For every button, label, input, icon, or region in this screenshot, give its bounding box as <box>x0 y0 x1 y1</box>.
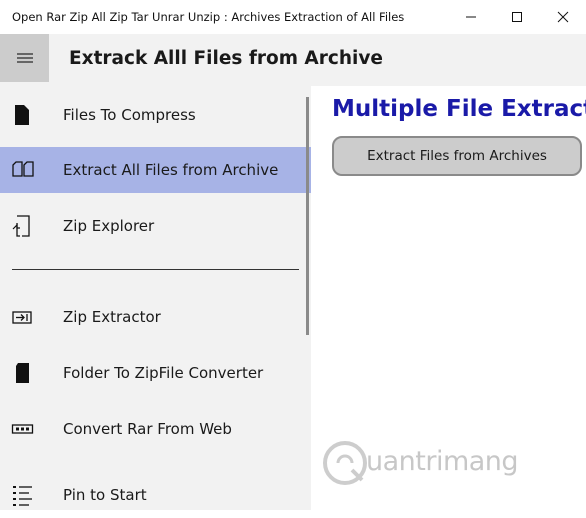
sidebar-item-convert-rar-from-web[interactable]: Convert Rar From Web <box>0 406 311 452</box>
watermark-text: uantrimang <box>366 446 519 477</box>
sidebar-item-label: Pin to Start <box>63 486 147 504</box>
extract-arrow-icon <box>12 311 32 324</box>
sidebar-item-label: Extract All Files from Archive <box>63 161 279 179</box>
hamburger-menu-button[interactable] <box>0 34 49 82</box>
window-title: Open Rar Zip All Zip Tar Unrar Unzip : A… <box>12 10 405 24</box>
sidebar-item-folder-to-zipfile[interactable]: Folder To ZipFile Converter <box>0 350 311 396</box>
close-button[interactable] <box>540 0 586 34</box>
sidebar-item-label: Zip Explorer <box>63 217 155 235</box>
sidebar-divider <box>12 269 299 270</box>
maximize-button[interactable] <box>494 0 540 34</box>
sidebar-item-zip-extractor[interactable]: Zip Extractor <box>0 294 311 340</box>
sidebar-item-extract-all-files[interactable]: Extract All Files from Archive <box>0 147 311 193</box>
file-icon <box>15 105 29 125</box>
sidebar-item-zip-explorer[interactable]: Zip Explorer <box>0 203 311 249</box>
sidebar-item-pin-to-start[interactable]: Pin to Start <box>0 472 311 518</box>
app-header: Extrack Alll Files from Archive <box>0 34 586 86</box>
sd-card-icon <box>16 363 29 383</box>
page-title: Extrack Alll Files from Archive <box>69 48 383 69</box>
hamburger-icon <box>16 53 33 63</box>
sidebar-item-files-to-compress[interactable]: Files To Compress <box>0 92 311 138</box>
maximize-icon <box>512 12 522 22</box>
list-icon <box>13 486 32 506</box>
close-icon <box>557 11 569 23</box>
sidebar-scrollbar[interactable] <box>306 97 309 335</box>
window-title-bar: Open Rar Zip All Zip Tar Unrar Unzip : A… <box>0 0 586 34</box>
content-title: Multiple File Extract from Archive <box>332 96 586 122</box>
sidebar-item-label: Convert Rar From Web <box>63 420 232 438</box>
dots-box-icon <box>11 424 34 434</box>
watermark-logo-icon <box>323 441 367 485</box>
sidebar-nav: Files To Compress Extract All Files from… <box>0 86 311 510</box>
sidebar-item-label: Files To Compress <box>63 106 196 124</box>
open-book-icon <box>12 161 34 177</box>
sidebar-item-label: Folder To ZipFile Converter <box>63 364 264 382</box>
file-export-icon <box>12 215 30 237</box>
minimize-button[interactable] <box>448 0 494 34</box>
sidebar-item-label: Zip Extractor <box>63 308 161 326</box>
extract-files-button[interactable]: Extract Files from Archives <box>332 136 582 176</box>
minimize-icon <box>466 16 476 18</box>
watermark: uantrimang <box>322 436 552 492</box>
